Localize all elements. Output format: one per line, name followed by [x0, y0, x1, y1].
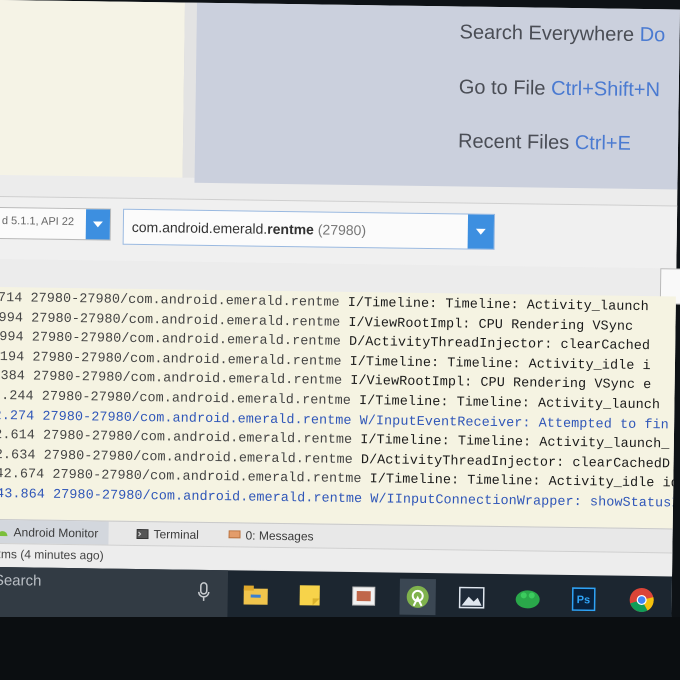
tab-label: Terminal: [153, 527, 200, 542]
log-process: 27980-27980/com.android.emerald.rentme: [31, 311, 341, 331]
hint-label: Search Everywhere: [459, 21, 635, 46]
tab-android-monitor[interactable]: Android Monitor: [0, 519, 109, 546]
hint-go-to-file[interactable]: Go to File Ctrl+Shift+N: [458, 76, 661, 102]
status-text: 2ms (4 minutes ago): [0, 546, 104, 563]
tab-label: Android Monitor: [13, 525, 99, 541]
log-message: I/Timeline: Timeline: Activity_idle i: [349, 354, 651, 374]
log-message: W/IInputConnectionWrapper: showStatusIc: [370, 492, 676, 512]
process-dropdown[interactable]: com.android.emerald.rentme (27980): [122, 208, 496, 250]
log-timestamp: .994: [0, 330, 24, 346]
emerald-app-icon[interactable]: [509, 580, 545, 616]
log-timestamp: 2.274: [0, 408, 35, 425]
logcat-output[interactable]: .714 27980-27980/com.android.emerald.ren…: [0, 286, 676, 529]
photoshop-icon[interactable]: Ps: [565, 581, 601, 617]
search-everywhere-popup: Search Everywhere Do Go to File Ctrl+Shi…: [194, 2, 680, 190]
log-timestamp: .194: [0, 349, 25, 366]
monitor-bezel: [0, 617, 680, 680]
log-message: I/ViewRootImpl: CPU Rendering VSync: [348, 315, 634, 335]
terminal-icon: [136, 528, 149, 540]
log-timestamp: 43.864: [0, 486, 46, 503]
hint-recent-files[interactable]: Recent Files Ctrl+E: [458, 130, 631, 155]
logcat-toolbar: d 5.1.1, API 22 com.android.emerald.rent…: [0, 195, 680, 305]
tab-messages[interactable]: 0: Messages: [228, 523, 314, 548]
log-process: 27980-27980/com.android.emerald.rentme: [31, 330, 342, 350]
log-message: W/InputEventReceiver: Attempted to fin: [359, 413, 669, 433]
log-process: 27980-27980/com.android.emerald.rentme: [32, 369, 343, 390]
device-dropdown[interactable]: d 5.1.1, API 22: [0, 206, 112, 241]
log-process: 27980-27980/com.android.emerald.rentme: [30, 291, 340, 311]
log-message: I/Timeline: Timeline: Activity_idle id: [369, 472, 676, 492]
tab-label: 0: Messages: [245, 528, 314, 544]
android-icon: [0, 531, 8, 537]
log-message: I/Timeline: Timeline: Activity_launch_: [360, 433, 670, 453]
hint-shortcut: Ctrl+E: [574, 132, 632, 155]
process-pid: (27980): [317, 221, 367, 239]
log-process: 27980-27980/com.android.emerald.rentme: [42, 409, 352, 429]
log-timestamp: 2.244: [0, 388, 34, 405]
log-message: I/ViewRootImpl: CPU Rendering VSync e: [350, 374, 652, 394]
log-message: D/ActivityThreadInjector: clearCachedD: [360, 452, 671, 473]
tab-terminal[interactable]: Terminal: [136, 522, 199, 547]
log-message: I/Timeline: Timeline: Activity_launch: [358, 394, 661, 414]
file-explorer-icon[interactable]: [237, 576, 273, 612]
messages-icon: [228, 530, 241, 539]
log-process: 27980-27980/com.android.emerald.rentme: [41, 389, 352, 409]
log-process: 27980-27980/com.android.emerald.rentme: [43, 448, 353, 468]
microphone-icon[interactable]: [197, 582, 211, 602]
chevron-down-icon[interactable]: [467, 214, 495, 249]
process-label: com.android.emerald.rentme (27980): [132, 219, 366, 238]
log-process: 27980-27980/com.android.emerald.rentme: [52, 468, 362, 488]
hint-search-everywhere[interactable]: Search Everywhere Do: [459, 21, 665, 47]
slides-icon[interactable]: [345, 578, 381, 614]
photos-icon[interactable]: [453, 579, 489, 615]
editor-panel: [0, 0, 186, 178]
sticky-notes-icon[interactable]: [291, 577, 327, 613]
log-message: I/Timeline: Timeline: Activity_launch: [347, 295, 649, 316]
log-timestamp: .714: [0, 290, 23, 307]
log-timestamp: 2.614: [0, 428, 36, 444]
process-name: rentme: [267, 220, 315, 238]
chrome-icon[interactable]: [623, 582, 659, 618]
log-process: 27980-27980/com.android.emerald.rentme: [32, 350, 342, 370]
hint-shortcut: Do: [639, 23, 666, 47]
hint-label: Recent Files: [457, 130, 570, 154]
device-label: d 5.1.1, API 22: [1, 215, 75, 229]
process-prefix: com.android.emerald.: [131, 218, 268, 237]
log-timestamp: .994: [0, 310, 24, 326]
chevron-down-icon[interactable]: [85, 209, 111, 240]
log-line[interactable]: 43.864 27980-27980/com.android.emerald.r…: [0, 487, 676, 512]
hint-label: Go to File: [458, 76, 546, 100]
log-process: 27980-27980/com.android.emerald.rentme: [42, 428, 353, 449]
log-message: D/ActivityThreadInjector: clearCached: [348, 335, 651, 355]
log-timestamp: .384: [0, 369, 25, 385]
log-process: 27980-27980/com.android.emerald.rentme: [52, 487, 363, 508]
screen: Search Everywhere Do Go to File Ctrl+Shi…: [0, 0, 680, 650]
search-placeholder: Search: [0, 571, 42, 590]
log-timestamp: 42.674: [0, 467, 45, 484]
svg-text:Ps: Ps: [577, 594, 591, 606]
taskbar-search-box[interactable]: Search: [0, 566, 229, 621]
log-timestamp: 2.634: [0, 447, 36, 464]
hint-shortcut: Ctrl+Shift+N: [550, 77, 661, 102]
android-studio-icon[interactable]: [399, 578, 436, 616]
